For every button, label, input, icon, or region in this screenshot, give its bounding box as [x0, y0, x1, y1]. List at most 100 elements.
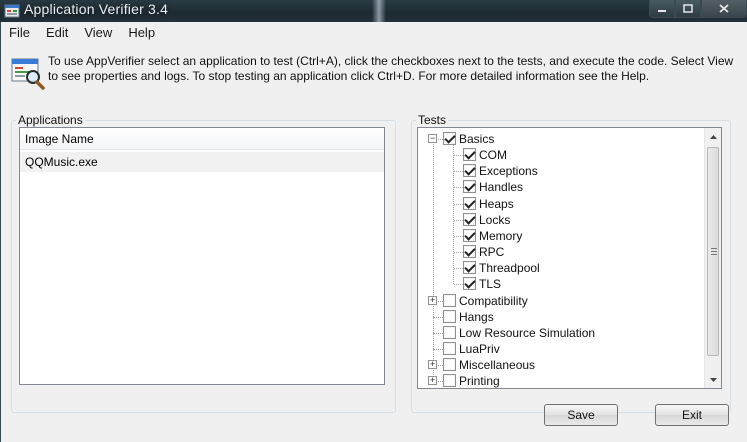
close-icon — [719, 4, 729, 13]
column-header-image-name[interactable]: Image Name — [20, 128, 384, 150]
scroll-up-button[interactable] — [705, 128, 721, 145]
app-icon — [4, 4, 20, 18]
tree-connector — [454, 235, 463, 237]
menu-file[interactable]: File — [1, 22, 38, 42]
tree-item[interactable]: − Basics — [418, 131, 706, 147]
test-label: COM — [479, 148, 507, 163]
test-checkbox[interactable] — [463, 277, 476, 291]
tree-item[interactable]: Hangs — [418, 309, 706, 325]
instructions-text: To use AppVerifier select an application… — [48, 54, 734, 83]
grip-icon — [711, 248, 717, 255]
maximize-button[interactable] — [675, 0, 701, 18]
tree-connector — [454, 284, 463, 286]
tests-tree[interactable]: − Basics COM Exceptions Handles Heaps Locks Mem… — [417, 127, 722, 389]
test-label: LuaPriv — [459, 341, 500, 356]
expand-icon[interactable]: + — [428, 360, 437, 370]
test-label: Low Resource Simulation — [459, 325, 596, 340]
arrow-down-icon — [710, 377, 717, 382]
expand-icon[interactable]: + — [428, 295, 437, 305]
tests-tree-items: − Basics COM Exceptions Handles Heaps Locks Mem… — [418, 129, 706, 389]
tree-connector — [433, 316, 443, 318]
tree-connector — [454, 252, 463, 254]
tree-connector — [454, 203, 463, 205]
tree-item[interactable]: LuaPriv — [418, 341, 706, 357]
test-label: Memory — [479, 228, 523, 243]
test-checkbox[interactable] — [443, 341, 456, 355]
tree-item[interactable]: Threadpool — [418, 260, 706, 276]
window-client: File Edit View Help To use AppVerifier s… — [0, 22, 747, 442]
minimize-icon — [658, 9, 666, 12]
test-label: Miscellaneous — [459, 358, 536, 373]
tree-connector — [454, 155, 463, 157]
test-label: RPC — [479, 245, 505, 260]
test-label: Handles — [479, 180, 524, 195]
tree-item[interactable]: Memory — [418, 228, 706, 244]
tree-item[interactable]: + Miscellaneous — [418, 357, 706, 373]
arrow-up-icon — [710, 134, 717, 139]
test-checkbox[interactable] — [463, 164, 476, 178]
test-checkbox[interactable] — [443, 309, 456, 323]
test-label: Basics — [459, 132, 495, 146]
expand-icon[interactable]: + — [428, 376, 437, 386]
window-title: Application Verifier 3.4 — [24, 1, 169, 17]
test-checkbox[interactable] — [463, 212, 476, 226]
scroll-down-button[interactable] — [705, 371, 721, 388]
applications-list[interactable]: Image Name QQMusic.exe — [19, 127, 385, 385]
tree-item[interactable]: RPC — [418, 244, 706, 260]
tree-item[interactable]: + Printing — [418, 373, 706, 389]
minimize-button[interactable] — [649, 0, 675, 18]
title-bar: Application Verifier 3.4 — [0, 0, 747, 22]
tests-group: Tests − Basics COM Exceptions Handles Heaps Lo… — [411, 113, 731, 413]
test-checkbox[interactable] — [463, 148, 476, 162]
collapse-icon[interactable]: − — [428, 134, 437, 143]
tree-connector — [433, 332, 443, 334]
test-label: Hangs — [459, 309, 494, 324]
scroll-thumb[interactable] — [707, 147, 719, 356]
exit-button[interactable]: Exit — [655, 404, 729, 426]
test-checkbox[interactable] — [463, 228, 476, 242]
menu-view[interactable]: View — [76, 22, 120, 42]
test-checkbox[interactable] — [443, 358, 456, 372]
caption-buttons — [649, 0, 747, 18]
test-checkbox[interactable] — [443, 325, 456, 339]
tree-item[interactable]: Handles — [418, 179, 706, 195]
test-checkbox[interactable] — [463, 261, 476, 275]
menu-bar: File Edit View Help — [1, 22, 747, 42]
menu-edit[interactable]: Edit — [38, 22, 76, 42]
tree-item[interactable]: COM — [418, 147, 706, 163]
tree-item[interactable]: TLS — [418, 276, 706, 292]
test-label: TLS — [479, 277, 502, 292]
tree-item[interactable]: Exceptions — [418, 163, 706, 179]
test-checkbox[interactable] — [463, 245, 476, 259]
test-label: Exceptions — [479, 164, 538, 179]
tree-item[interactable]: + Compatibility — [418, 293, 706, 309]
tree-item[interactable]: Locks — [418, 212, 706, 228]
applications-group-title: Applications — [16, 113, 85, 127]
tree-connector — [454, 187, 463, 189]
close-button[interactable] — [701, 0, 747, 18]
test-label: Threadpool — [479, 261, 540, 276]
application-row[interactable]: QQMusic.exe — [20, 152, 384, 172]
tests-scrollbar[interactable] — [704, 128, 721, 388]
tree-connector — [454, 171, 463, 173]
test-checkbox[interactable] — [443, 374, 456, 388]
menu-help[interactable]: Help — [120, 22, 163, 42]
test-label: Printing — [459, 374, 500, 389]
maximize-icon — [683, 4, 693, 13]
save-button[interactable]: Save — [544, 404, 618, 426]
column-header-label: Image Name — [25, 132, 94, 146]
magnifier-info-icon — [11, 58, 45, 90]
test-label: Heaps — [479, 196, 514, 211]
application-row-label: QQMusic.exe — [25, 155, 98, 169]
test-checkbox[interactable] — [463, 196, 476, 210]
test-label: Locks — [479, 212, 511, 227]
tests-group-title: Tests — [416, 113, 449, 127]
test-checkbox[interactable] — [443, 293, 456, 307]
test-checkbox[interactable] — [443, 132, 456, 145]
tree-item[interactable]: Low Resource Simulation — [418, 325, 706, 341]
tree-connector — [433, 348, 443, 350]
test-checkbox[interactable] — [463, 180, 476, 194]
test-label: Compatibility — [459, 293, 528, 308]
tree-connector — [454, 268, 463, 270]
tree-item[interactable]: Heaps — [418, 196, 706, 212]
